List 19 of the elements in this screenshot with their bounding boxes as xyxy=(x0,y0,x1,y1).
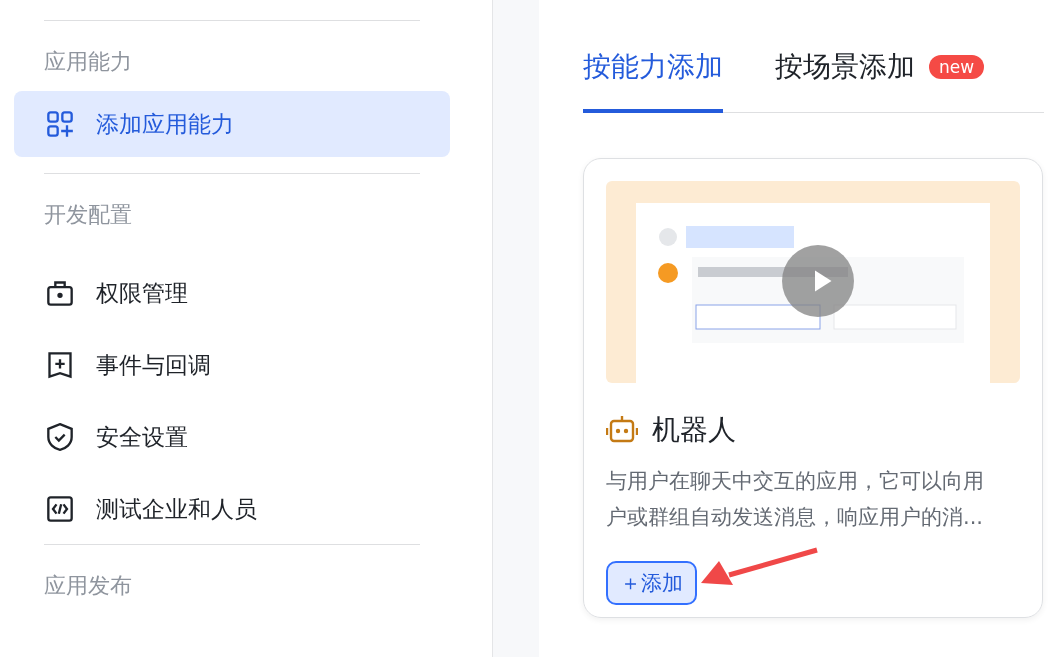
code-icon xyxy=(46,495,74,523)
add-button[interactable]: ＋添加 xyxy=(606,561,697,605)
shield-icon xyxy=(46,423,74,451)
section-title: 应用能力 xyxy=(43,48,133,76)
card-description: 与用户在聊天中交互的应用，它可以向用户或群组自动发送消息，响应用户的消... xyxy=(606,468,985,531)
sidebar-item[interactable]: 权限管理 xyxy=(14,260,450,326)
sidebar-item[interactable]: 添加应用能力 xyxy=(14,91,450,157)
plus-flag-icon xyxy=(46,351,74,379)
section-title: 开发配置 xyxy=(43,201,133,229)
sidebar-item[interactable]: 安全设置 xyxy=(14,404,450,470)
sidebar-item[interactable]: 测试企业和人员 xyxy=(14,476,450,542)
tab[interactable]: 按能力添加 xyxy=(583,0,723,113)
section-title: 应用发布 xyxy=(43,572,133,600)
new-badge: new xyxy=(929,54,985,79)
briefcase-icon xyxy=(46,279,74,307)
card-title: 机器人 xyxy=(652,412,736,448)
sidebar-item[interactable]: 事件与回调 xyxy=(14,332,450,398)
tab[interactable]: 按场景添加 new xyxy=(775,0,985,113)
grid-plus-icon xyxy=(46,110,74,138)
